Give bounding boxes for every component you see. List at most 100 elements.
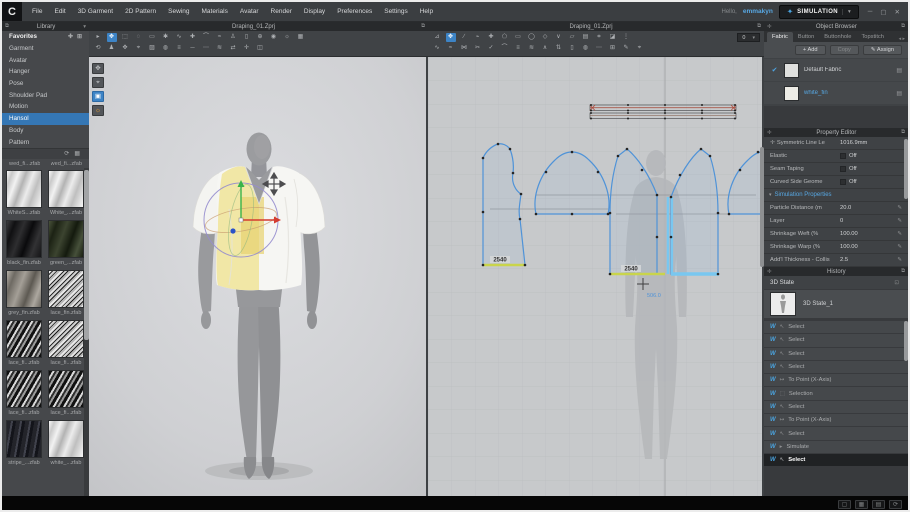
fabric-file[interactable]: lace_fi...zfab <box>6 370 42 420</box>
fabric-thumbnail[interactable] <box>6 170 42 208</box>
property-value[interactable]: Off <box>840 166 902 172</box>
button-3d-icon[interactable]: ◍ <box>161 44 171 53</box>
history-item[interactable]: W↖Select <box>764 348 908 360</box>
property-value[interactable]: Off <box>840 179 902 185</box>
texture-icon[interactable]: ▦ <box>296 33 306 42</box>
fabric-file[interactable]: lace_fin.zfab <box>48 270 84 320</box>
history-item[interactable]: W↦To Point (X-Axis) <box>764 414 908 426</box>
add-point-icon[interactable]: ✚ <box>486 33 496 42</box>
pleat-icon[interactable]: ∧ <box>540 44 550 53</box>
tab-fabric[interactable]: Fabric <box>767 32 793 42</box>
history-scrollbar[interactable] <box>904 321 908 361</box>
checkbox[interactable] <box>840 166 846 172</box>
select-mesh-icon[interactable]: ⬚ <box>120 33 130 42</box>
seamline-icon[interactable]: ─ <box>188 44 198 53</box>
fabric-icon[interactable]: ▨ <box>147 44 157 53</box>
simulate-icon[interactable]: ▸ <box>93 33 103 42</box>
polygon-icon[interactable]: ⬠ <box>500 33 510 42</box>
app-logo-icon[interactable]: C <box>2 2 22 21</box>
topstitch-3d-icon[interactable]: ⋯ <box>201 44 211 53</box>
fold-icon[interactable]: ⌒ <box>500 44 510 53</box>
close-button[interactable]: ✕ <box>892 8 903 16</box>
add-folder-icon[interactable]: ⊞ <box>77 33 82 40</box>
zoom-dropdown-icon[interactable]: ▾ <box>752 35 755 41</box>
history-item[interactable]: W↖Select <box>764 321 908 333</box>
property-value[interactable]: Off <box>840 153 902 159</box>
notch-icon[interactable]: ∨ <box>554 33 564 42</box>
pick-move-icon[interactable]: ✥ <box>120 44 130 53</box>
sidebar-item-garment[interactable]: Garment <box>2 43 89 55</box>
history-item[interactable]: W↖Select <box>764 334 908 346</box>
tab-topstitch[interactable]: Topstitch <box>856 32 888 42</box>
section-collapse-icon[interactable]: ▾ <box>769 192 772 198</box>
fabric-file[interactable]: White_...zfab <box>48 170 84 220</box>
segment-sewing-icon[interactable]: ∿ <box>432 44 442 53</box>
sidebar-item-motion[interactable]: Motion <box>2 101 89 113</box>
fabric-file[interactable]: lace_fi...zfab <box>48 320 84 370</box>
menu-item-3d-garment[interactable]: 3D Garment <box>72 8 119 15</box>
assign-button[interactable]: ✎ Assign <box>863 45 902 55</box>
fabric-checked-icon[interactable]: ✔ <box>770 66 779 74</box>
edit-sewing-icon[interactable]: ✂ <box>473 44 483 53</box>
property-value[interactable]: 100.00 <box>840 231 897 237</box>
menu-item-2d-pattern[interactable]: 2D Pattern <box>119 8 162 15</box>
zipper-2d-icon[interactable]: ⇅ <box>554 44 564 53</box>
check-sewing-icon[interactable]: ✓ <box>486 44 496 53</box>
button-2d-icon[interactable]: ◍ <box>581 44 591 53</box>
refresh-history-icon[interactable]: ⟳ <box>889 500 902 509</box>
add-favorite-icon[interactable]: ✚ <box>68 33 73 40</box>
history-state-item[interactable]: 3D State_1 <box>764 290 908 318</box>
grading-icon[interactable]: ⊞ <box>608 44 618 53</box>
menu-item-sewing[interactable]: Sewing <box>162 8 195 15</box>
box-select-icon[interactable]: ▭ <box>147 33 157 42</box>
circle-icon[interactable]: ◯ <box>527 33 537 42</box>
show-avatar-icon[interactable]: ⌖ <box>92 77 104 88</box>
lasso-select-icon[interactable]: ◌ <box>134 33 144 42</box>
measure-2d-icon[interactable]: ⌖ <box>635 44 645 53</box>
checkbox[interactable] <box>840 179 846 185</box>
wind-icon[interactable]: ≈ <box>215 33 225 42</box>
buttonhole-icon[interactable]: ▯ <box>567 44 577 53</box>
fabric-file[interactable]: WhiteS...zfab <box>6 170 42 220</box>
menu-item-help[interactable]: Help <box>414 8 439 15</box>
simulation-button[interactable]: ✦ SIMULATION ▾ <box>779 5 859 19</box>
sync-view-icon[interactable]: ▣ <box>92 91 104 102</box>
fabric-thumbnail[interactable] <box>48 270 84 308</box>
zoom-level-dropdown[interactable]: 0▾ <box>737 33 760 42</box>
edit-curve-icon[interactable]: ∕ <box>459 33 469 42</box>
arrangement-point-icon[interactable]: ▯ <box>242 33 252 42</box>
viewport-2d-expand-icon[interactable]: ⧉ <box>754 23 764 30</box>
render-style-icon[interactable]: ☼ <box>92 105 104 116</box>
fabric-thumbnail[interactable] <box>48 170 84 208</box>
simulation-dropdown-icon[interactable]: ▾ <box>842 9 851 15</box>
add-button[interactable]: + Add <box>795 45 826 55</box>
light-icon[interactable]: ☼ <box>282 33 292 42</box>
measure-icon[interactable]: ⌖ <box>134 44 144 53</box>
shirring-icon[interactable]: ≋ <box>527 44 537 53</box>
menu-item-preferences[interactable]: Preferences <box>331 8 378 15</box>
bind-icon[interactable]: ◫ <box>255 44 265 53</box>
minimize-button[interactable]: ─ <box>865 8 876 16</box>
puckering-icon[interactable]: ≋ <box>215 44 225 53</box>
fabric-file[interactable]: lace_fi...zfab <box>48 370 84 420</box>
fabric-thumbnail[interactable] <box>6 420 42 458</box>
topstitch-2d-icon[interactable]: ⋯ <box>594 44 604 53</box>
tack-icon[interactable]: ✚ <box>188 33 198 42</box>
fabric-thumbnail[interactable] <box>48 320 84 358</box>
history-expand-icon[interactable]: ⧉ <box>898 268 908 275</box>
panel-add-icon[interactable]: ✛ <box>764 130 775 136</box>
fabric-file[interactable]: lace_fi...zfab <box>6 320 42 370</box>
refresh-icon[interactable]: ⟳ <box>64 150 69 157</box>
library-dropdown-icon[interactable]: ▾ <box>80 24 89 30</box>
sidebar-item-shoulder-pad[interactable]: Shoulder Pad <box>2 89 89 101</box>
edit-icon[interactable]: ✎ <box>897 231 902 237</box>
section-simulation-properties[interactable]: ▾Simulation Properties <box>764 189 908 202</box>
panel-add-icon[interactable]: ✛ <box>764 269 775 275</box>
menu-item-materials[interactable]: Materials <box>196 8 234 15</box>
object-browser-expand-icon[interactable]: ⧉ <box>898 23 908 30</box>
property-editor-scrollbar[interactable] <box>904 139 908 199</box>
property-value[interactable]: 20.0 <box>840 205 897 211</box>
fabric-thumbnail[interactable] <box>6 220 42 258</box>
list-view-icon[interactable]: ▤ <box>872 500 885 509</box>
menu-item-display[interactable]: Display <box>298 8 331 15</box>
